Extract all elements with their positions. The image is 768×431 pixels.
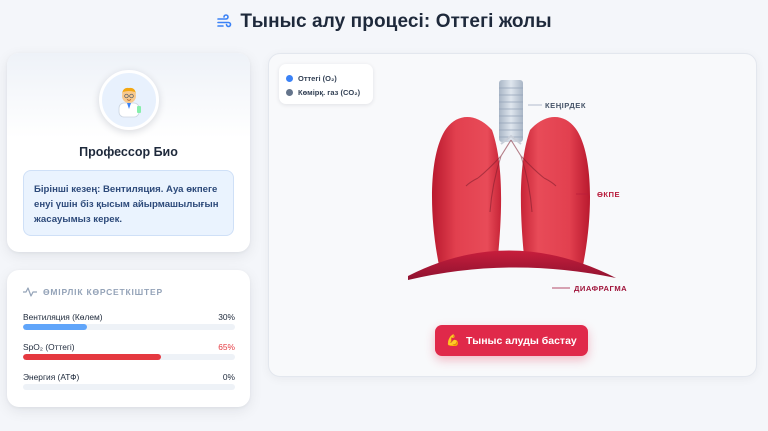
page-header: Тыныс алу процесі: Оттегі жолы — [0, 0, 768, 44]
vital-label: SpO₂ (Оттегі) — [23, 342, 75, 352]
lung-label: ӨКПЕ — [597, 190, 621, 199]
start-breathing-button[interactable]: 💪 Тыныс алуды бастау — [435, 325, 588, 356]
start-breathing-label: Тыныс алуды бастау — [465, 334, 577, 347]
vital-label: Энергия (АТФ) — [23, 372, 80, 382]
legend-item-co2: Көмірқ. газ (CO₂) — [286, 85, 373, 99]
vitals-title: ӨМІРЛІК КӨРСЕТКІШТЕР — [43, 287, 163, 297]
gas-legend: Оттегі (O₂) Көмірқ. газ (CO₂) — [279, 64, 373, 104]
vital-bar-track — [23, 324, 235, 330]
scientist-icon — [118, 87, 141, 118]
vital-bar-fill — [23, 354, 161, 360]
heartbeat-icon — [23, 287, 37, 297]
legend-item-oxygen: Оттегі (O₂) — [286, 71, 373, 85]
vital-bar-fill — [23, 324, 87, 330]
vitals-header: ӨМІРЛІК КӨРСЕТКІШТЕР — [23, 287, 163, 297]
vital-bar-track — [23, 384, 235, 390]
professor-avatar — [99, 70, 159, 130]
co2-dot-icon — [286, 88, 293, 96]
professor-speech-bubble: Бірінші кезең: Вентиляция. Ауа өкпеге ен… — [23, 170, 234, 236]
diaphragm-label: ДИАФРАГМА — [574, 284, 628, 293]
oxygen-dot-icon — [286, 74, 293, 82]
professor-card: Профессор Био Бірінші кезең: Вентиляция.… — [7, 53, 250, 252]
trachea-label: КЕҢІРДЕК — [545, 101, 586, 110]
trachea — [499, 80, 523, 142]
right-lung — [520, 117, 590, 270]
vital-label: Вентиляция (Көлем) — [23, 312, 103, 322]
left-lung — [432, 117, 502, 270]
vital-value: 0% — [222, 372, 235, 382]
vital-value: 65% — [218, 342, 235, 352]
vital-bar-track — [23, 354, 235, 360]
vital-value: 30% — [218, 312, 235, 322]
wind-icon — [217, 14, 232, 28]
flexed-arm-icon: 💪 — [446, 335, 460, 347]
vitals-card: ӨМІРЛІК КӨРСЕТКІШТЕР Вентиляция (Көлем) … — [7, 270, 250, 407]
lung-diagram — [408, 80, 616, 289]
professor-name: Профессор Био — [79, 145, 178, 159]
page-title: Тыныс алу процесі: Оттегі жолы — [240, 11, 552, 32]
